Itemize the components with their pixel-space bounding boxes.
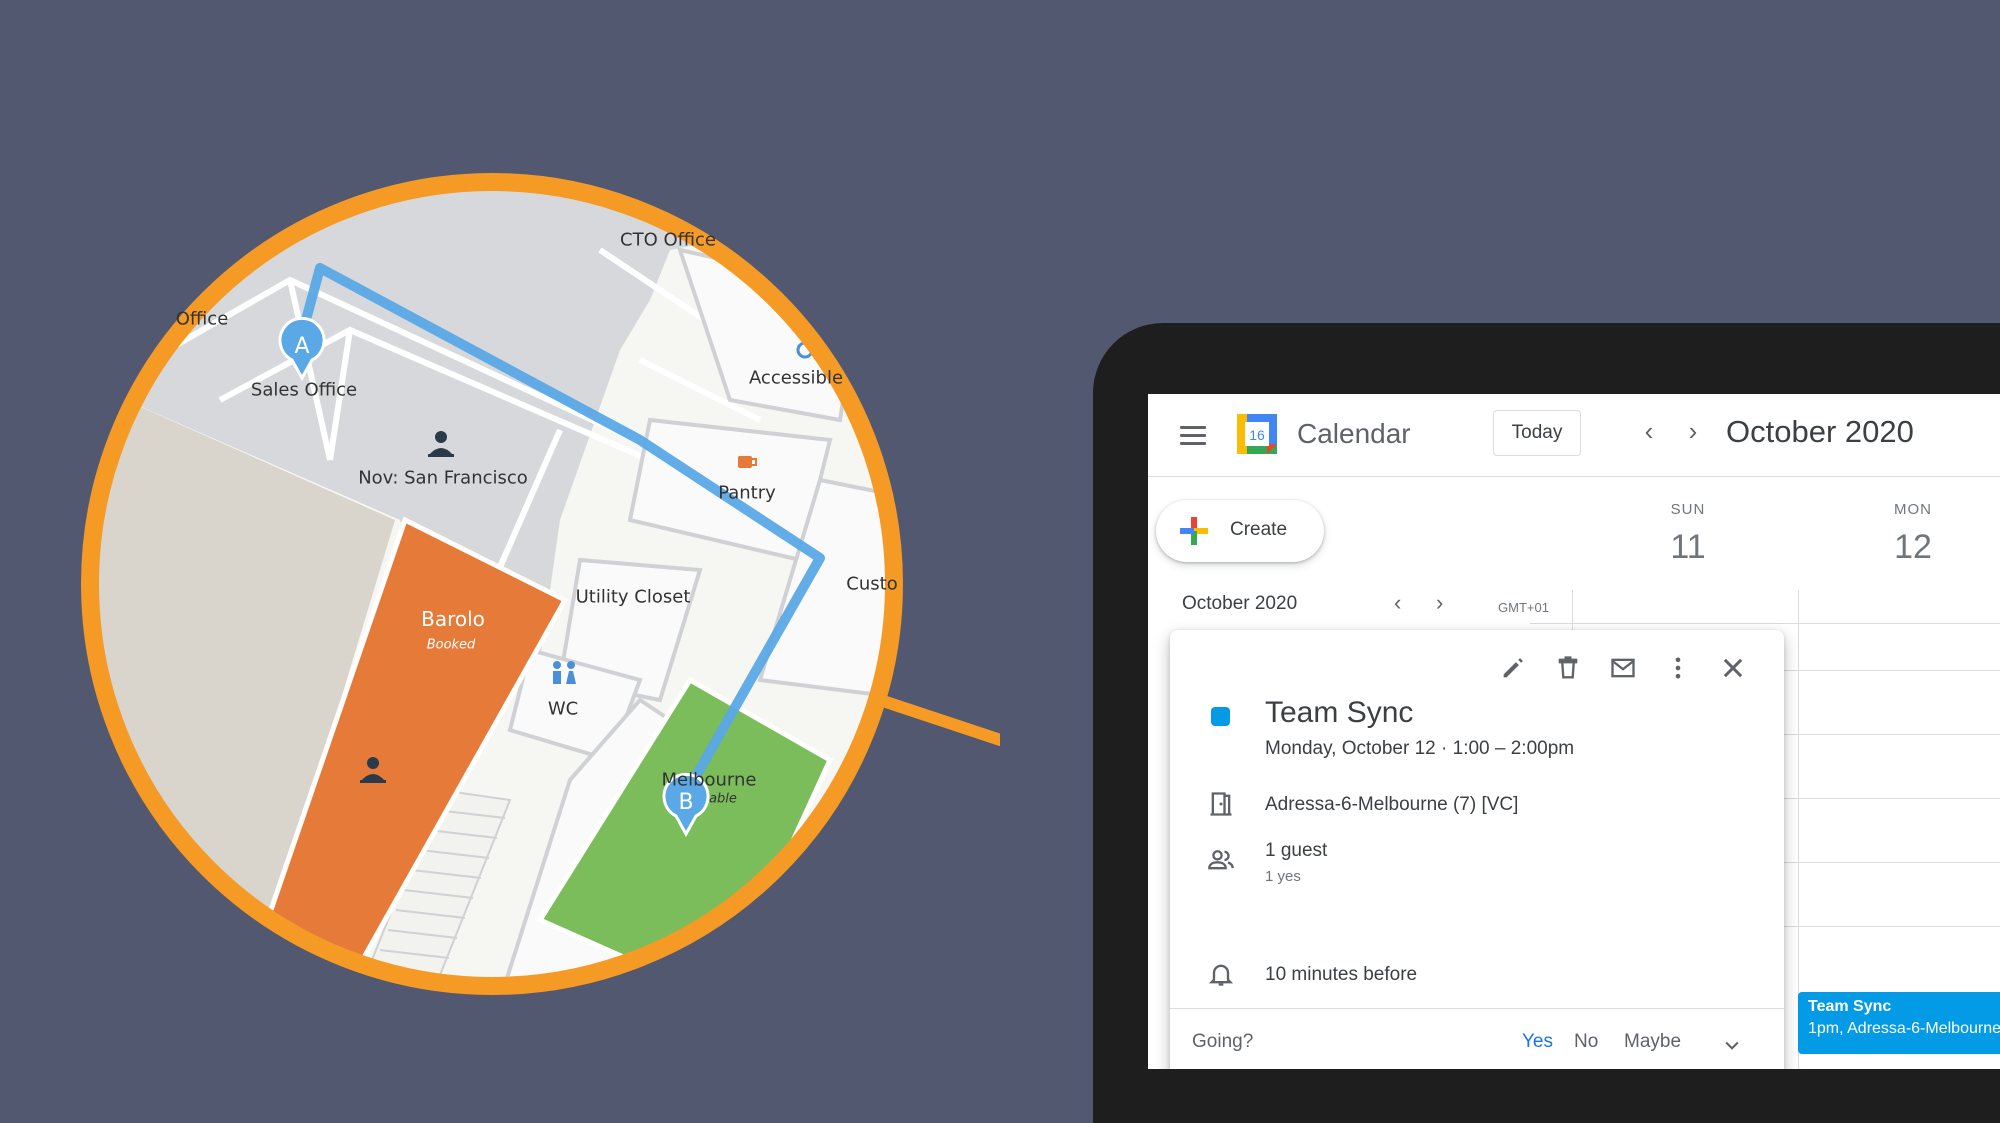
event-reminder: 10 minutes before	[1265, 964, 1418, 985]
room-label-melbourne: Melbourne	[661, 769, 757, 791]
room-label-custom: Custo	[846, 573, 898, 595]
room-label-wc: WC	[547, 698, 579, 720]
event-block-title: Team Sync	[1808, 998, 1892, 1015]
connector-line	[874, 694, 1000, 747]
delete-icon[interactable]	[1554, 654, 1582, 682]
timezone-label: GMT+01	[1498, 600, 1549, 615]
event-guest-count[interactable]: 1 guest	[1265, 840, 1327, 862]
calendar-logo-icon: 16	[1237, 414, 1277, 454]
top-app-bar: 16 Calendar Today ‹ › October 2020	[1148, 394, 2000, 477]
svg-text:A: A	[294, 334, 309, 359]
room-status-barolo: Booked	[426, 637, 476, 653]
event-details-popup: Team Sync Monday, October 12 · 1:00 – 2:…	[1170, 630, 1784, 1069]
svg-text:B: B	[678, 790, 693, 815]
next-week-button[interactable]: ›	[1678, 416, 1708, 447]
room-label-utility-closet: Utility Closet	[575, 586, 691, 608]
prev-week-button[interactable]: ‹	[1634, 416, 1664, 447]
rsvp-bar: Going? Yes No Maybe	[1170, 1008, 1784, 1069]
event-room[interactable]: Adressa-6-Melbourne (7) [VC]	[1265, 794, 1518, 816]
room-label-sales-office: Sales Office	[250, 379, 358, 401]
day-of-week-sun: SUN	[1670, 501, 1706, 518]
room-label-pantry: Pantry	[718, 482, 776, 504]
rsvp-yes-button[interactable]: Yes	[1522, 1031, 1553, 1053]
calendar-app: 16 Calendar Today ‹ › October 2020 Creat…	[1148, 394, 2000, 1069]
floorplan-map: A B	[81, 173, 1000, 995]
close-icon[interactable]	[1719, 654, 1747, 682]
day-number-sun[interactable]: 11	[1670, 528, 1705, 567]
create-button[interactable]: Create	[1156, 500, 1324, 562]
rsvp-no-button[interactable]: No	[1574, 1031, 1598, 1053]
menu-icon[interactable]	[1180, 426, 1206, 446]
plus-icon	[1180, 517, 1208, 545]
day-of-week-mon: MON	[1894, 501, 1932, 518]
room-label-barolo: Barolo	[421, 607, 485, 631]
email-icon[interactable]	[1609, 654, 1637, 682]
room-status-melbourne: able	[709, 791, 737, 807]
bell-icon	[1208, 964, 1234, 986]
room-label-cto-office: CTO Office	[620, 229, 716, 251]
going-label: Going?	[1192, 1031, 1254, 1052]
rsvp-maybe-button[interactable]: Maybe	[1624, 1031, 1681, 1053]
event-block-team-sync[interactable]: Team Sync 1pm, Adressa-6-Melbourne	[1798, 992, 2000, 1054]
edit-icon[interactable]	[1499, 654, 1527, 682]
event-color-swatch	[1211, 707, 1230, 726]
app-title: Calendar	[1297, 418, 1411, 449]
room-label-accessible: Accessible	[748, 367, 844, 389]
event-title: Team Sync	[1265, 696, 1414, 729]
event-datetime: Monday, October 12 · 1:00 – 2:00pm	[1265, 738, 1575, 759]
mini-prev-button[interactable]: ‹	[1394, 590, 1401, 616]
day-number-mon[interactable]: 12	[1894, 528, 1932, 567]
guests-icon	[1208, 850, 1234, 870]
room-label-office: Office	[175, 308, 229, 330]
event-guest-responses: 1 yes	[1265, 868, 1301, 885]
more-options-icon[interactable]	[1664, 654, 1692, 682]
svg-text:16: 16	[1249, 427, 1265, 443]
room-door-icon	[1210, 792, 1232, 816]
grid-line	[1530, 623, 2000, 624]
today-button[interactable]: Today	[1493, 410, 1581, 456]
room-label-nov-san-francisco: Nov: San Francisco	[358, 467, 528, 489]
create-label: Create	[1230, 519, 1288, 540]
mini-next-button[interactable]: ›	[1436, 590, 1443, 616]
current-month-title: October 2020	[1726, 414, 1914, 449]
chevron-down-icon[interactable]	[1722, 1035, 1742, 1055]
mini-calendar-month: October 2020	[1182, 593, 1298, 614]
event-block-subtitle: 1pm, Adressa-6-Melbourne	[1808, 1020, 2000, 1037]
